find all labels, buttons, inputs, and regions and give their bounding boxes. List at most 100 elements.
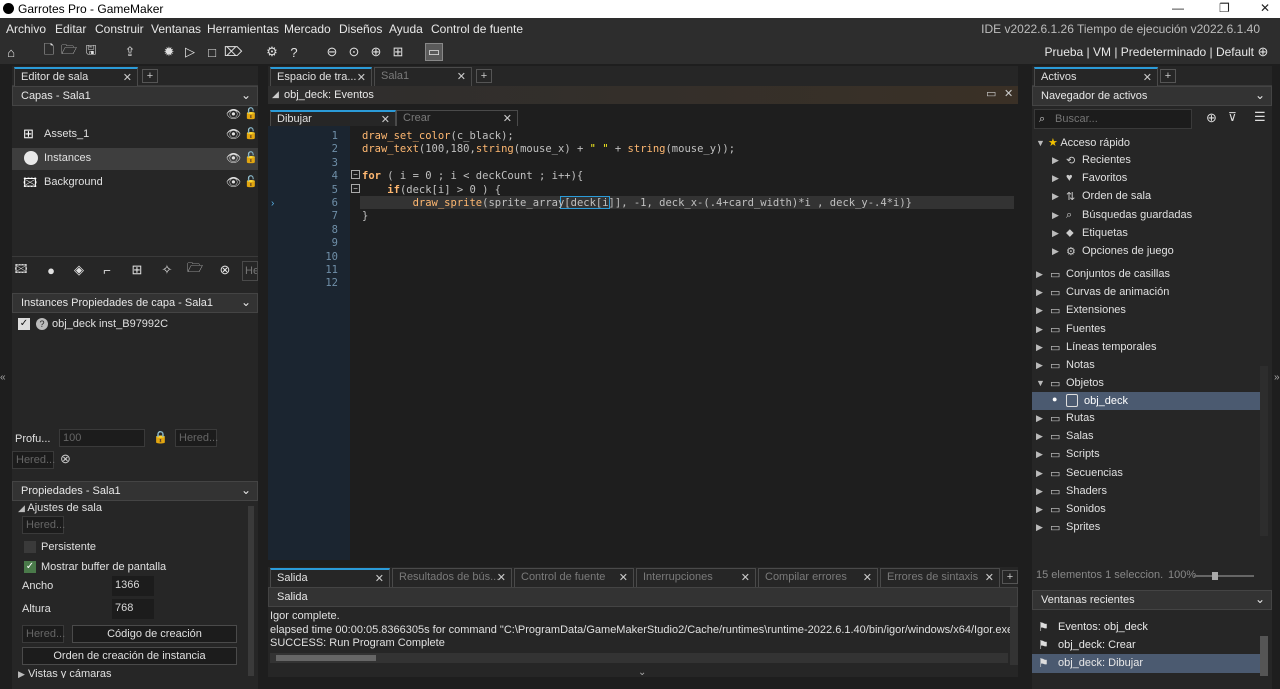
code-line[interactable]: 2 draw_text(100,180,string(mouse_x) + " "… — [318, 143, 1008, 156]
tab-search-results[interactable]: Resultados de bús... ✕ — [392, 568, 512, 587]
zoom-in-icon[interactable]: ⊕ — [367, 43, 385, 61]
vertical-scrollbar[interactable] — [1010, 607, 1018, 665]
debug-icon[interactable]: ✹ — [160, 43, 178, 61]
close-icon[interactable]: ✕ — [123, 71, 132, 84]
filter-icon[interactable]: ⊽ — [1228, 110, 1237, 124]
new-instance-layer-icon[interactable]: ● — [42, 261, 60, 279]
inherit-layer-button[interactable]: Hered... — [12, 451, 55, 469]
inherit-depth-button[interactable]: Hered... — [175, 429, 218, 447]
add-tab-button[interactable]: + — [476, 69, 492, 83]
code-line[interactable]: 8 — [318, 224, 1008, 237]
close-icon[interactable]: ✕ — [985, 571, 994, 584]
zoom-slider[interactable] — [1194, 572, 1254, 580]
asset-group[interactable]: ▶ ▭ Curvas de animación — [1032, 284, 1272, 302]
close-icon[interactable]: ✕ — [619, 571, 628, 584]
eye-icon[interactable]: 👁 — [226, 151, 241, 165]
tab-assets[interactable]: Activos ✕ — [1034, 67, 1158, 86]
quick-access-toggle[interactable]: ▼ ★ Acceso rápido — [1036, 136, 1130, 149]
close-icon[interactable]: ✕ — [1143, 71, 1152, 84]
new-tile-layer-icon[interactable]: ◈ — [70, 261, 88, 279]
lock-icon[interactable]: 🔓 — [244, 107, 258, 120]
tab-room-editor[interactable]: Editor de sala ✕ — [14, 67, 138, 86]
collapse-triangle-icon[interactable]: ◢ — [272, 89, 279, 100]
close-icon[interactable]: ✕ — [1004, 87, 1013, 100]
new-effect-layer-icon[interactable]: ✧ — [158, 261, 176, 279]
menu-ventanas[interactable]: Ventanas — [151, 22, 201, 36]
add-asset-icon[interactable]: ⊕ — [1206, 110, 1217, 126]
tab-breakpoints[interactable]: Interrupciones ✕ — [636, 568, 756, 587]
code-line[interactable]: 10 — [318, 251, 1008, 264]
maximize-icon[interactable]: ▭ — [986, 87, 996, 100]
home-icon[interactable]: ⌂ — [2, 43, 20, 61]
fullscreen-icon[interactable]: ▭ — [425, 43, 443, 61]
room-settings-toggle[interactable]: ◢ Ajustes de sala — [18, 502, 102, 514]
asset-group[interactable]: ▶ ▭ Shaders — [1032, 483, 1272, 501]
clean-icon[interactable]: ⌦ — [224, 43, 242, 61]
menu-disenos[interactable]: Diseños — [339, 22, 382, 36]
event-tab-draw[interactable]: Dibujar ✕ — [270, 110, 396, 126]
creation-code-button[interactable]: Código de creación — [72, 625, 237, 643]
room-properties-header[interactable]: Propiedades - Sala1 ⌄ — [12, 481, 258, 501]
code-line[interactable]: 5 if(deck[i] > 0 ) { — [318, 184, 1008, 197]
close-icon[interactable]: ✕ — [497, 571, 506, 584]
asset-group[interactable]: ▶ ▭ Scripts — [1032, 446, 1272, 464]
minimize-button[interactable]: — — [1172, 1, 1184, 15]
menu-mercado[interactable]: Mercado — [284, 22, 331, 36]
asset-group[interactable]: ▶ ▭ Salas — [1032, 428, 1272, 446]
checkbox-checked[interactable]: ✓ — [18, 318, 30, 330]
stop-icon[interactable]: □ — [203, 43, 221, 61]
open-folder-icon[interactable]: 🗁 — [60, 42, 78, 61]
export-icon[interactable]: ⇪ — [121, 43, 139, 61]
asset-group[interactable]: ▶ ▭ Extensiones — [1032, 302, 1272, 320]
eye-icon[interactable]: 👁 — [226, 127, 241, 141]
quick-access-item[interactable]: ▶ ⬥ Etiquetas — [1032, 225, 1272, 243]
asset-group[interactable]: ▶ ▭ Sonidos — [1032, 501, 1272, 519]
close-icon[interactable]: ✕ — [503, 112, 512, 125]
asset-group[interactable]: ▶ ▭ Rutas — [1032, 410, 1272, 428]
inherit-room-button[interactable]: Hered... — [22, 516, 65, 534]
tab-room[interactable]: Sala1 ✕ — [374, 67, 472, 86]
asset-group[interactable]: ▼ ▭ Objetos — [1032, 375, 1272, 393]
new-asset-layer-icon[interactable]: ⊞ — [128, 261, 146, 279]
layer-row[interactable]: ⊞ Assets_1 👁 🔓 — [12, 124, 258, 146]
menu-icon[interactable]: ☰ — [1254, 109, 1266, 125]
recent-window-item[interactable]: ⚑ obj_deck: Dibujar — [1032, 654, 1260, 673]
add-tab-button[interactable]: + — [142, 69, 158, 83]
close-icon[interactable]: ✕ — [457, 70, 466, 83]
code-area[interactable]: 1 draw_set_color(c_black); 2 draw_text(100,… — [318, 130, 1008, 291]
new-file-icon[interactable]: 🗋 — [40, 42, 58, 61]
chevron-down-icon[interactable]: ⌄ — [638, 667, 646, 678]
menu-ayuda[interactable]: Ayuda — [389, 22, 423, 36]
asset-group[interactable]: ▶ ▭ Secuencias — [1032, 465, 1272, 483]
inherit-button[interactable]: He — [242, 261, 258, 281]
menu-construir[interactable]: Construir — [95, 22, 144, 36]
inherit-code-button[interactable]: Hered... — [22, 625, 65, 643]
help-icon[interactable]: ? — [285, 43, 303, 61]
instance-order-button[interactable]: Orden de creación de instancia — [22, 647, 237, 665]
target-selector[interactable]: Prueba | VM | Predeterminado | Default — [1045, 45, 1254, 59]
menu-archivo[interactable]: Archivo — [6, 22, 46, 36]
delete-layer-icon[interactable]: ⊗ — [216, 261, 234, 279]
code-line[interactable]: 6 draw_sprite(sprite_array[deck[i]], -1,… — [318, 197, 1008, 210]
recent-scrollbar[interactable] — [1260, 636, 1268, 676]
asset-scrollbar[interactable] — [1260, 366, 1268, 536]
layers-header[interactable]: Capas - Sala1 ⌄ — [12, 86, 258, 106]
asset-browser-header[interactable]: Navegador de activos ⌄ — [1032, 86, 1272, 106]
lock-icon[interactable]: 🔓 — [244, 175, 258, 188]
tab-output[interactable]: Salida ✕ — [270, 568, 390, 587]
code-line[interactable]: 9 — [318, 237, 1008, 250]
asset-group[interactable]: ▶ ▭ Sprites — [1032, 519, 1272, 537]
menu-control-fuente[interactable]: Control de fuente — [431, 22, 523, 36]
tab-source-control[interactable]: Control de fuente ✕ — [514, 568, 634, 587]
layer-row[interactable]: 🖾 Background 👁 🔓 — [12, 172, 258, 194]
event-tab-create[interactable]: Crear ✕ — [396, 110, 518, 126]
quick-access-item[interactable]: ▶ ⚙ Opciones de juego — [1032, 243, 1272, 261]
close-icon[interactable]: ✕ — [357, 71, 366, 84]
search-input[interactable] — [1055, 112, 1185, 126]
scrollbar[interactable] — [248, 506, 254, 676]
close-icon[interactable]: ✕ — [381, 113, 390, 126]
zoom-reset-icon[interactable]: ⊙ — [345, 43, 363, 61]
close-button[interactable]: ✕ — [1260, 1, 1270, 15]
code-line[interactable]: 3 — [318, 157, 1008, 170]
close-icon[interactable]: ✕ — [741, 571, 750, 584]
